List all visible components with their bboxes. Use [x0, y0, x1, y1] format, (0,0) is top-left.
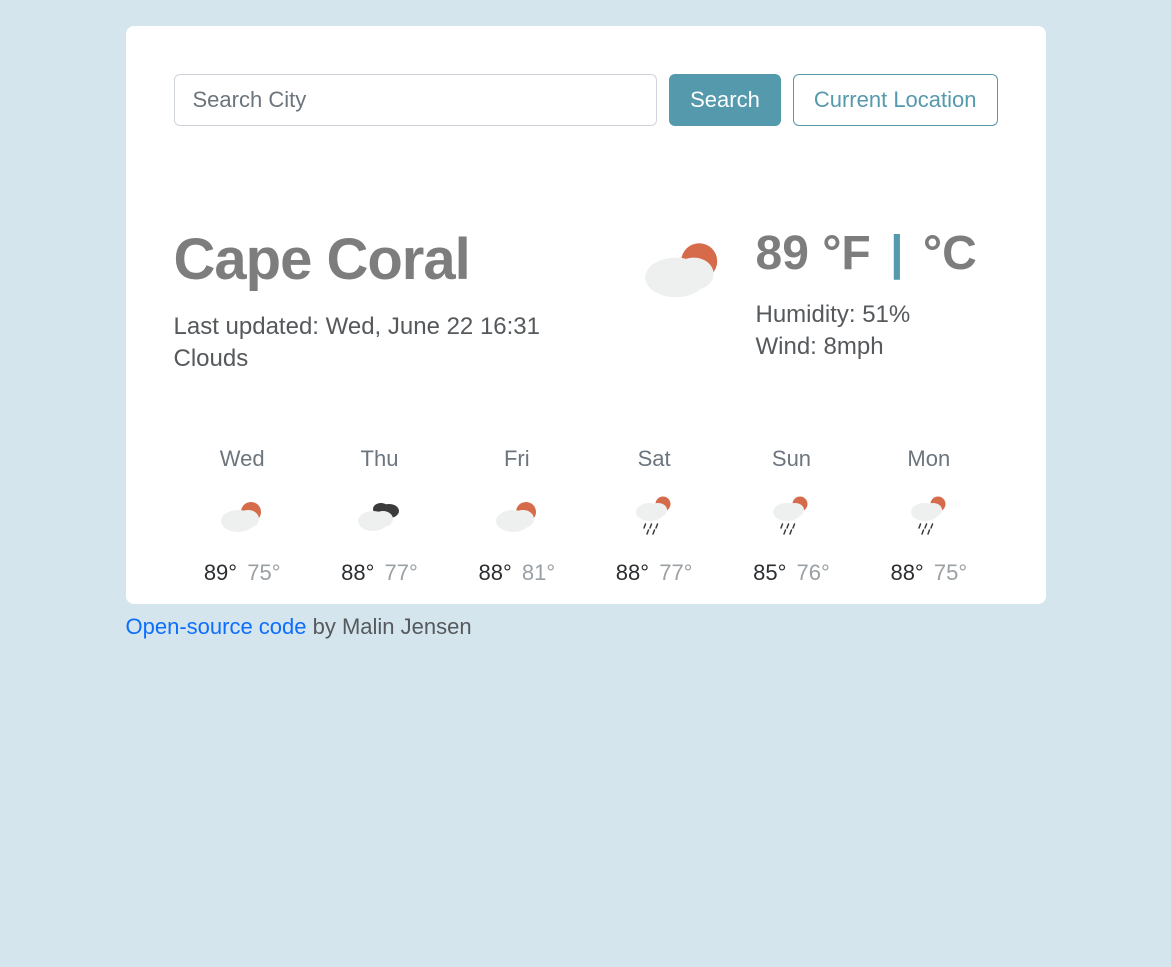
forecast-day-label: Fri: [448, 446, 585, 472]
forecast-high: 88°: [890, 560, 923, 585]
forecast-day: Wed 89° 75°: [174, 446, 311, 586]
unit-separator: |: [890, 227, 903, 280]
forecast-day-label: Sat: [585, 446, 722, 472]
city-name: Cape Coral: [174, 226, 628, 293]
forecast-day: Thu 88° 77°: [311, 446, 448, 586]
condition-text: Clouds: [174, 343, 628, 375]
open-source-link[interactable]: Open-source code: [126, 614, 307, 639]
unit-celsius-link[interactable]: °C: [923, 227, 977, 280]
forecast-weather-icon: [354, 498, 404, 534]
forecast-weather-icon: [629, 493, 679, 538]
forecast-high: 88°: [478, 560, 511, 585]
wind-text: Wind: 8mph: [756, 331, 998, 363]
temperature-display: 89 °F | °C: [756, 226, 998, 281]
forecast-low: 81°: [522, 560, 555, 585]
current-location-button[interactable]: Current Location: [793, 74, 998, 126]
weather-card: Search Current Location Cape Coral Last …: [126, 26, 1046, 604]
current-weather-icon: [638, 236, 728, 301]
search-button[interactable]: Search: [669, 74, 781, 126]
forecast-low: 76°: [797, 560, 830, 585]
forecast-weather-icon: [492, 498, 542, 534]
forecast-day-label: Thu: [311, 446, 448, 472]
forecast-high: 88°: [616, 560, 649, 585]
forecast-low: 75°: [247, 560, 280, 585]
search-city-input[interactable]: [174, 74, 658, 126]
forecast-day: Fri 88° 81°: [448, 446, 585, 586]
last-updated-text: Last updated: Wed, June 22 16:31: [174, 311, 628, 343]
forecast-day: Sun 85° 76°: [723, 446, 860, 586]
forecast-day-label: Sun: [723, 446, 860, 472]
forecast-day-label: Mon: [860, 446, 997, 472]
forecast-low: 77°: [385, 560, 418, 585]
forecast-weather-icon: [217, 498, 267, 534]
forecast-day: Mon 88° 75°: [860, 446, 997, 586]
forecast-day: Sat 88° 77°: [585, 446, 722, 586]
forecast-day-label: Wed: [174, 446, 311, 472]
footer-credit: Open-source code by Malin Jensen: [126, 614, 1046, 640]
forecast-weather-icon: [904, 493, 954, 538]
forecast-high: 89°: [204, 560, 237, 585]
temperature-value: 89: [756, 227, 809, 280]
unit-fahrenheit-link[interactable]: °F: [822, 227, 871, 280]
forecast-high: 88°: [341, 560, 374, 585]
forecast-row: Wed 89° 75° Thu 88° 77°: [174, 446, 998, 586]
forecast-high: 85°: [753, 560, 786, 585]
search-row: Search Current Location: [174, 74, 998, 126]
current-weather-row: Cape Coral Last updated: Wed, June 22 16…: [174, 226, 998, 376]
forecast-weather-icon: [766, 493, 816, 538]
footer-author: by Malin Jensen: [307, 614, 472, 639]
humidity-text: Humidity: 51%: [756, 299, 998, 331]
forecast-low: 75°: [934, 560, 967, 585]
forecast-low: 77°: [659, 560, 692, 585]
